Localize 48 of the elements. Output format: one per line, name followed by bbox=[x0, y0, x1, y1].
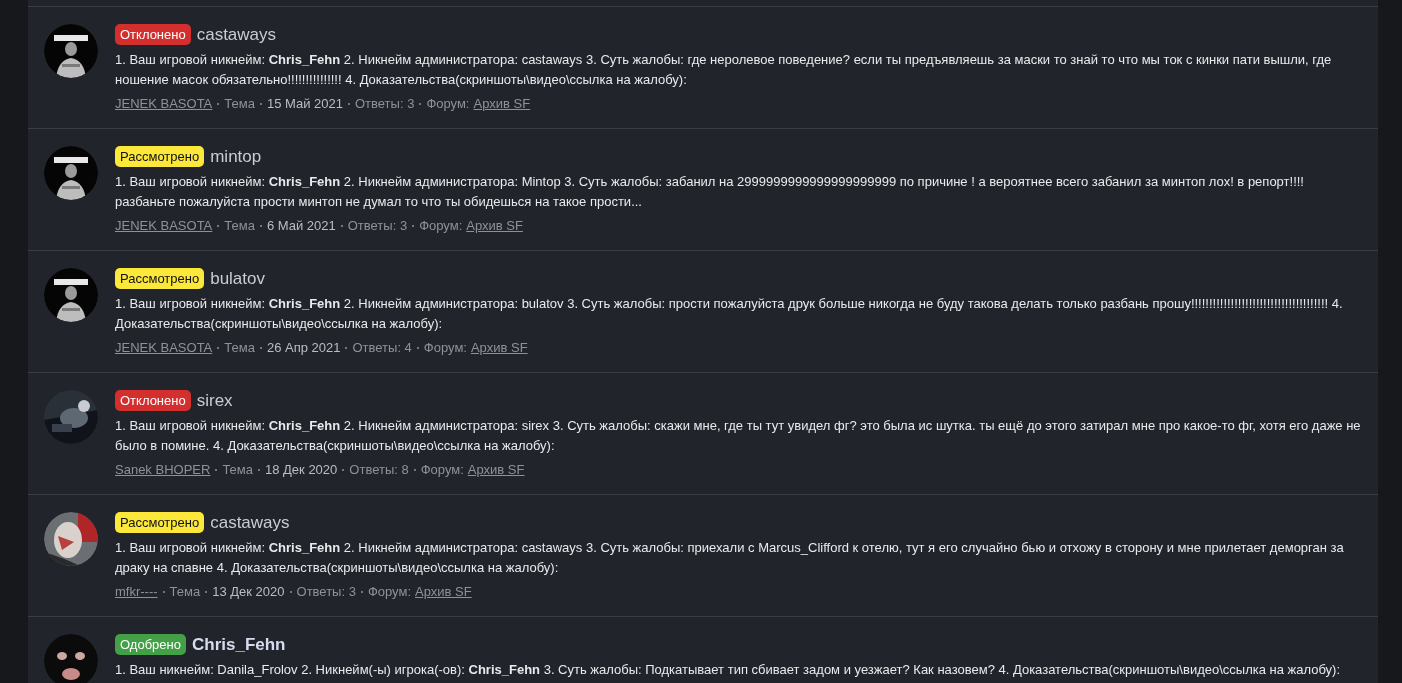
thread-snippet: 1. Ваш игровой никнейм: Chris_Fehn 2. Никнейм администратора: sirex 3. Суть жалобы: скажи мне, где ты тут увидел фг? это была ис шутка. ты ещё до этого затирал мне про какое-то фг, хотя его даже не было в помине. 4. Доказательства(скриншоты\видео\ссылка на жалобу): bbox=[115, 417, 1362, 455]
status-badge: Рассмотрено bbox=[115, 268, 205, 289]
forum-link[interactable]: Архив SF bbox=[415, 583, 472, 601]
forum-label: Форум: bbox=[426, 95, 470, 113]
status-badge: Отклонено bbox=[115, 24, 191, 45]
author-link[interactable]: JENEK BASOTA bbox=[115, 217, 213, 235]
reply-count: Ответы: 8 bbox=[349, 461, 409, 479]
status-badge: Рассмотрено bbox=[115, 146, 205, 167]
thread-date: 26 Апр 2021 bbox=[266, 339, 341, 357]
forum-label: Форум: bbox=[367, 583, 412, 601]
status-badge: Одобрено bbox=[115, 634, 186, 655]
thread-snippet: 1. Ваш игровой никнейм: Chris_Fehn 2. Никнейм администратора: bulatov 3. Суть жалобы: прости пожалуйста друк больше никогда не буду такова делать только разбань прошу!!!!!!!!!!!!!!!!!!!!!!!!!!!!!!!!!!!!!! 4. Доказательства(скриншоты\видео\ссылка на жалобу): bbox=[115, 295, 1344, 333]
thread-title[interactable]: sirex bbox=[196, 390, 233, 411]
author-link[interactable]: JENEK BASOTA bbox=[115, 95, 213, 113]
status-badge: Отклонено bbox=[115, 390, 191, 411]
thread-type: Тема bbox=[169, 583, 201, 601]
reply-count: Ответы: 3 bbox=[296, 583, 356, 601]
thread-snippet: 1. Ваш игровой никнейм: Chris_Fehn 2. Никнейм администратора: Mintop 3. Суть жалобы: забанил на 2999999999999999999999 по причине ! а вероятнее всего забанил за минтоп лох! в репорт!!!! разбаньте пожалуйста прости минтоп не думал то что ты обидешься на такое прости... bbox=[115, 173, 1305, 211]
thread-snippet: 1. Ваш игровой никнейм: Chris_Fehn 2. Никнейм администратора: castaways 3. Суть жалобы: приехали с Marcus_Clifford к отелю, тут я его случайно бью и отхожу в сторону и мне прилетает деморган за драку на спавне 4. Доказательства(скриншоты\видео\ссылка на жалобу): bbox=[115, 539, 1345, 577]
thread-title[interactable]: bulatov bbox=[210, 268, 265, 289]
thread-title[interactable]: castaways bbox=[196, 24, 277, 45]
forum-label: Форум: bbox=[423, 339, 467, 357]
thread-date: 13 Дек 2020 bbox=[212, 583, 285, 601]
thread-title[interactable]: mintop bbox=[210, 146, 262, 167]
author-link[interactable]: Sanek BHOPER bbox=[115, 461, 211, 479]
author-link[interactable]: JENEK BASOTA bbox=[115, 339, 213, 357]
forum-label: Форум: bbox=[419, 217, 463, 235]
forum-link[interactable]: Архив SF bbox=[466, 217, 523, 235]
thread-type: Тема bbox=[224, 217, 255, 235]
thread-type: Тема bbox=[224, 339, 255, 357]
reply-count: Ответы: 3 bbox=[347, 217, 408, 235]
thread-date: 18 Дек 2020 bbox=[265, 461, 338, 479]
forum-link[interactable]: Архив SF bbox=[473, 95, 531, 113]
thread-title[interactable]: Chris_Fehn bbox=[191, 634, 286, 655]
author-link[interactable]: mfkr---- bbox=[115, 583, 158, 601]
thread-date: 15 Май 2021 bbox=[266, 95, 343, 113]
forum-link[interactable]: Архив SF bbox=[467, 461, 525, 479]
thread-snippet: 1. Ваш никнейм: Danila_Frolov 2. Никнейм(-ы) игрока(-ов): Chris_Fehn 3. Суть жалобы: Подкатывает тип сбивает задом и уезжает? Как назовем? 4. Доказательства(скриншоты\видео\ссылка на жалобу): bbox=[115, 661, 1342, 679]
thread-date: 6 Май 2021 bbox=[266, 217, 336, 235]
forum-link[interactable]: Архив SF bbox=[470, 339, 528, 357]
thread-type: Тема bbox=[224, 95, 255, 113]
reply-count: Ответы: 4 bbox=[352, 339, 412, 357]
thread-title[interactable]: castaways bbox=[210, 512, 290, 533]
status-badge: Рассмотрено bbox=[115, 512, 205, 533]
reply-count: Ответы: 3 bbox=[355, 95, 415, 113]
thread-snippet: 1. Ваш игровой никнейм: Chris_Fehn 2. Никнейм администратора: castaways 3. Суть жалобы: где неролевое поведение? если ты предъявляешь за маски то знай то что мы ток с кинки пати вышли, где ношение масок обязательно!!!!!!!!!!!!!!! 4. Доказательства(скриншоты\видео\ссылка на жалобу): bbox=[115, 51, 1333, 89]
forum-label: Форум: bbox=[420, 461, 464, 479]
thread-type: Тема bbox=[222, 461, 253, 479]
